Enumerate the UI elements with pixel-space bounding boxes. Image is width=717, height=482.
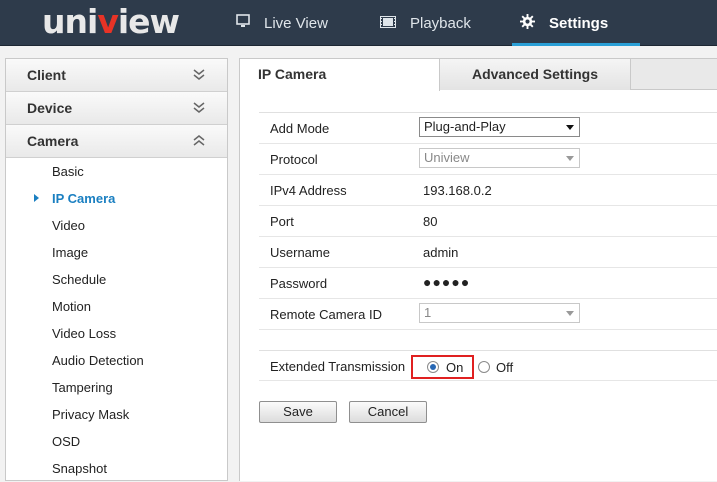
extended-on-label[interactable]: On bbox=[446, 360, 463, 375]
protocol-label: Protocol bbox=[270, 152, 318, 167]
sidebar-item-tampering[interactable]: Tampering bbox=[6, 374, 227, 401]
nav-settings-label: Settings bbox=[549, 14, 609, 32]
add-mode-select[interactable]: Plug-and-Play bbox=[419, 117, 580, 137]
tab-advanced-settings[interactable]: Advanced Settings bbox=[440, 59, 631, 90]
add-mode-value: Plug-and-Play bbox=[424, 119, 506, 134]
sidebar-section-label: Client bbox=[27, 67, 66, 83]
add-mode-label: Add Mode bbox=[270, 121, 330, 136]
cancel-button[interactable]: Cancel bbox=[349, 401, 427, 423]
extended-transmission-label: Extended Transmission bbox=[270, 359, 406, 374]
sidebar-item-image[interactable]: Image bbox=[6, 239, 227, 266]
port-label: Port bbox=[270, 214, 294, 229]
nav-playback-label: Playback bbox=[410, 14, 471, 32]
sidebar-item-schedule[interactable]: Schedule bbox=[6, 266, 227, 293]
remote-id-label: Remote Camera ID bbox=[270, 307, 382, 322]
password-value: ●●●●● bbox=[423, 274, 471, 290]
highlight-box bbox=[411, 355, 474, 379]
sidebar-item-video[interactable]: Video bbox=[6, 212, 227, 239]
chevron-double-up-icon bbox=[193, 134, 205, 150]
sidebar-item-basic[interactable]: Basic bbox=[6, 158, 227, 185]
form-row-add-mode: Add Mode Plug-and-Play bbox=[259, 113, 717, 144]
extended-off-radio[interactable] bbox=[478, 361, 490, 373]
film-icon bbox=[380, 15, 396, 32]
nav-playback[interactable]: Playback bbox=[380, 0, 471, 46]
remote-id-value: 1 bbox=[424, 305, 432, 320]
save-button[interactable]: Save bbox=[259, 401, 337, 423]
username-value: admin bbox=[423, 245, 459, 260]
sidebar-item-motion[interactable]: Motion bbox=[6, 293, 227, 320]
nav-settings[interactable]: Settings bbox=[512, 0, 640, 46]
settings-sidebar: Client Device Camera Basic IP Camera Vid… bbox=[5, 58, 228, 481]
sidebar-item-video-loss[interactable]: Video Loss bbox=[6, 320, 227, 347]
remote-id-select: 1 bbox=[419, 303, 580, 323]
active-arrow-icon bbox=[34, 194, 39, 202]
nav-live-view[interactable]: Live View bbox=[236, 0, 328, 46]
top-nav-bar: uniview Live View Playback Settings bbox=[0, 0, 717, 46]
sidebar-section-label: Device bbox=[27, 100, 73, 116]
sidebar-section-label: Camera bbox=[27, 133, 79, 149]
dropdown-arrow-icon bbox=[566, 311, 574, 316]
extended-transmission-row: Extended Transmission On Off bbox=[259, 350, 717, 381]
ipv4-label: IPv4 Address bbox=[270, 183, 347, 198]
monitor-icon bbox=[236, 14, 250, 32]
uniview-logo: uniview bbox=[42, 2, 180, 41]
sidebar-item-audio-detection[interactable]: Audio Detection bbox=[6, 347, 227, 374]
extended-on-radio[interactable] bbox=[427, 361, 439, 373]
protocol-value: Uniview bbox=[424, 150, 470, 165]
chevron-double-down-icon bbox=[193, 68, 205, 84]
tab-bar: IP Camera Advanced Settings bbox=[240, 59, 717, 91]
form-row-remote-id: Remote Camera ID 1 bbox=[259, 299, 717, 330]
sidebar-section-device[interactable]: Device bbox=[6, 92, 227, 125]
form-row-username: Username admin bbox=[259, 237, 717, 268]
sidebar-item-privacy-mask[interactable]: Privacy Mask bbox=[6, 401, 227, 428]
gear-icon bbox=[520, 13, 535, 33]
ip-camera-form: Add Mode Plug-and-Play Protocol Uniview … bbox=[259, 112, 717, 330]
tab-ip-camera[interactable]: IP Camera bbox=[240, 59, 440, 91]
sidebar-section-camera[interactable]: Camera bbox=[6, 125, 227, 158]
username-label: Username bbox=[270, 245, 330, 260]
form-row-ipv4: IPv4 Address 193.168.0.2 bbox=[259, 175, 717, 206]
dropdown-arrow-icon bbox=[566, 156, 574, 161]
main-panel: IP Camera Advanced Settings Add Mode Plu… bbox=[239, 58, 717, 481]
extended-off-label[interactable]: Off bbox=[496, 360, 513, 375]
dropdown-arrow-icon bbox=[566, 125, 574, 130]
port-value: 80 bbox=[423, 214, 438, 229]
sidebar-item-ip-camera[interactable]: IP Camera bbox=[6, 185, 227, 212]
ipv4-value: 193.168.0.2 bbox=[423, 183, 492, 198]
nav-live-view-label: Live View bbox=[264, 14, 328, 32]
chevron-double-down-icon bbox=[193, 101, 205, 117]
sidebar-section-client[interactable]: Client bbox=[6, 59, 227, 92]
form-row-password: Password ●●●●● bbox=[259, 268, 717, 299]
protocol-select: Uniview bbox=[419, 148, 580, 168]
password-label: Password bbox=[270, 276, 328, 291]
sidebar-item-label: IP Camera bbox=[52, 191, 116, 206]
form-row-protocol: Protocol Uniview bbox=[259, 144, 717, 175]
form-row-port: Port 80 bbox=[259, 206, 717, 237]
sidebar-item-snapshot[interactable]: Snapshot bbox=[6, 455, 227, 482]
sidebar-item-osd[interactable]: OSD bbox=[6, 428, 227, 455]
